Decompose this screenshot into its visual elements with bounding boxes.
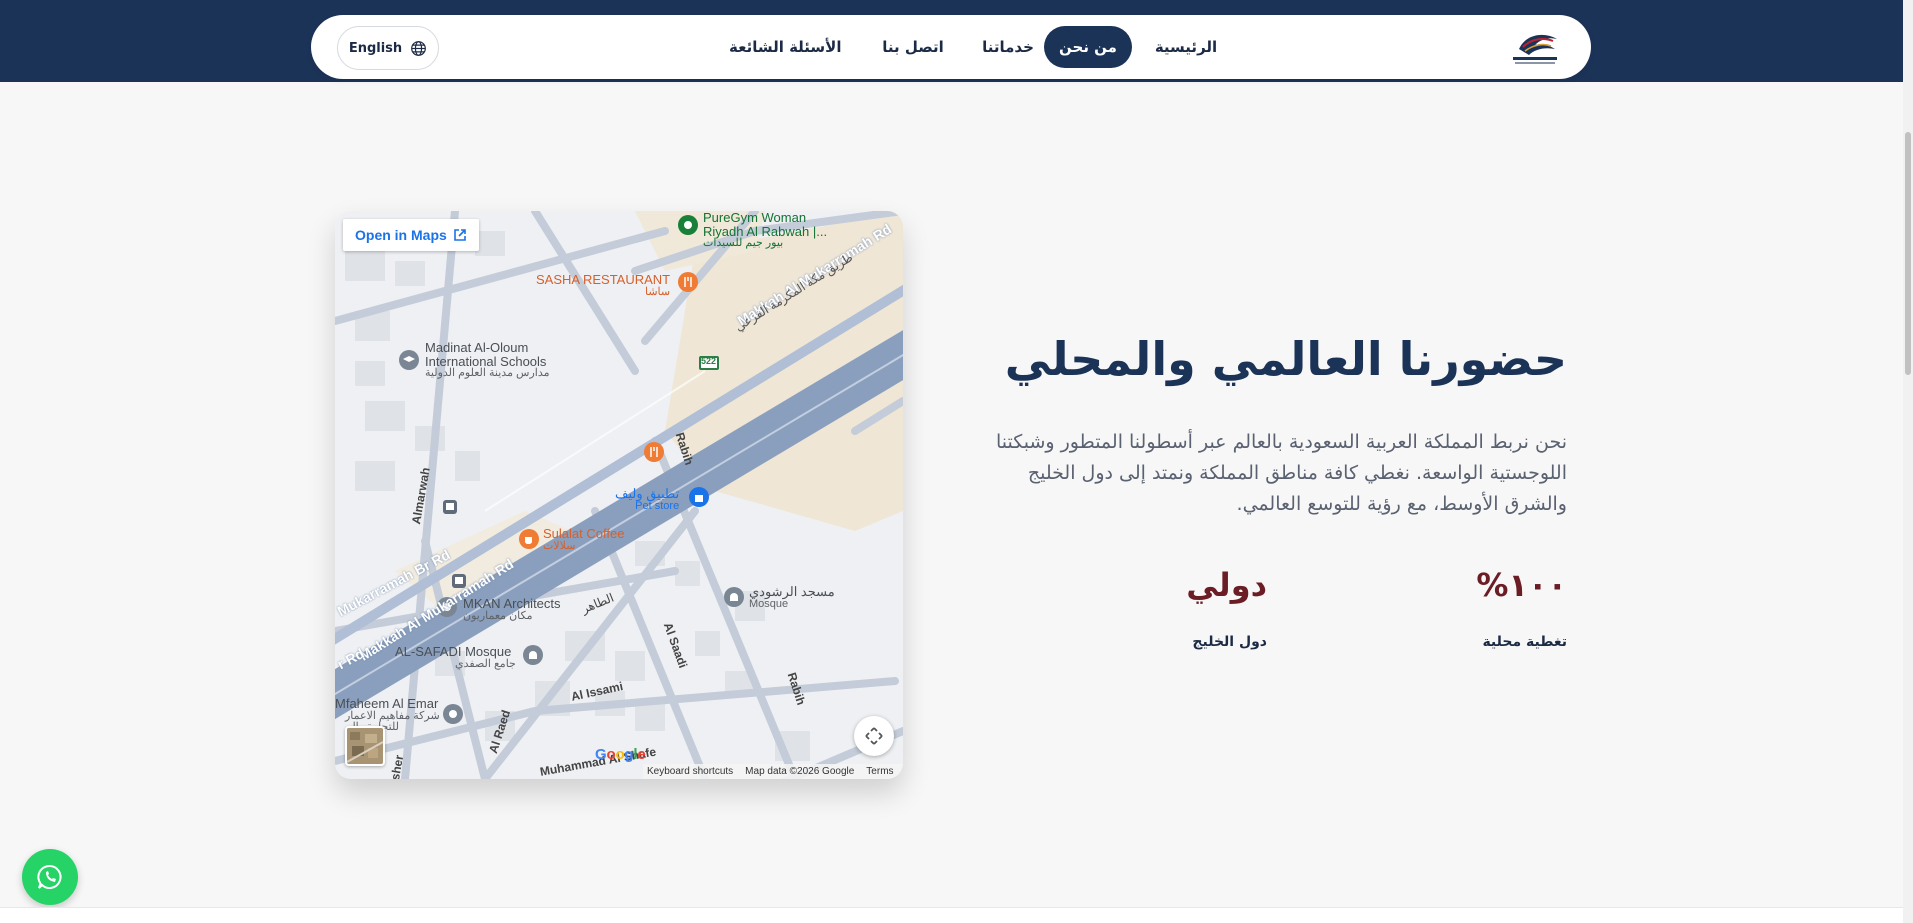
coffee-icon[interactable] xyxy=(518,528,540,555)
fullscreen-icon xyxy=(865,727,883,745)
map-attribution: Keyboard shortcuts Map data ©2026 Google… xyxy=(643,764,903,779)
open-in-maps-label: Open in Maps xyxy=(355,227,447,243)
poi-sulalat-name: Sulalat Coffee xyxy=(543,526,625,541)
nav-item-home[interactable]: الرئيسية xyxy=(1146,26,1226,68)
gym-icon[interactable] xyxy=(677,214,699,241)
whatsapp-button[interactable] xyxy=(22,849,78,905)
poi-rashoudi-mosque[interactable]: مسجد الرشودي Mosque xyxy=(749,585,835,610)
poi-mkan[interactable]: MKAN Architects مكان معماريون xyxy=(463,597,561,622)
logo-mark xyxy=(1513,34,1557,64)
poi-sasha[interactable]: SASHA RESTAURANT ساشا xyxy=(536,273,670,298)
poi-sulalat-ar: سلالات xyxy=(543,539,576,552)
route-badge-label: 522 xyxy=(701,356,717,366)
location-map[interactable]: Open in Maps PureGym Woman Riyadh Al Rab… xyxy=(335,211,903,779)
poi-puregym[interactable]: PureGym Woman Riyadh Al Rabwah |... بيور… xyxy=(703,211,827,250)
school-icon[interactable] xyxy=(398,349,420,376)
top-navbar: English الأسئلة الشائعة اتصل بنا خدماتنا… xyxy=(311,15,1591,79)
poi-sasha-name: SASHA RESTAURANT xyxy=(536,272,671,287)
mosque-icon[interactable] xyxy=(723,586,745,613)
poi-mosque-type: Mosque xyxy=(749,597,789,610)
poi-al-safadi-ar: جامع الصفدي xyxy=(455,657,516,670)
language-button-label: English xyxy=(348,40,403,56)
pet-store-icon[interactable] xyxy=(688,486,710,513)
bus-stop-icon[interactable] xyxy=(443,500,457,519)
open-in-maps-link[interactable]: Open in Maps xyxy=(343,219,479,251)
poi-madinat-line1: Madinat Al-Oloum xyxy=(425,340,529,355)
restaurant-icon[interactable] xyxy=(643,441,665,468)
satellite-toggle[interactable] xyxy=(345,726,385,766)
stat-international-value: دولي xyxy=(1186,566,1267,604)
nav-item-contact[interactable]: اتصل بنا xyxy=(873,26,953,68)
poi-madinat-line2: International Schools xyxy=(425,353,547,369)
terms-link[interactable]: Terms xyxy=(866,766,893,777)
nav-item-about[interactable]: من نحن xyxy=(1044,26,1132,68)
language-switch-button[interactable]: English xyxy=(337,26,439,70)
poi-pet-store-ar: تطبيق وليف xyxy=(615,486,680,501)
whatsapp-icon xyxy=(37,865,62,889)
stat-local-value: ١٠٠% xyxy=(1476,566,1567,604)
mosque-icon[interactable] xyxy=(522,644,544,671)
poi-puregym-line2: Riyadh Al Rabwah |... xyxy=(703,223,828,239)
external-link-icon xyxy=(453,229,466,241)
fullscreen-button[interactable] xyxy=(854,716,894,756)
stat-local-label: تغطية محلية xyxy=(1482,634,1567,650)
stat-international-label: دول الخليج xyxy=(1192,634,1267,650)
section-divider xyxy=(0,907,1903,923)
poi-puregym-ar: بيور جيم للسيدات xyxy=(703,237,784,250)
nav-item-services[interactable]: خدماتنا xyxy=(973,26,1043,68)
poi-sasha-ar: ساشا xyxy=(644,285,671,298)
poi-mkan-ar: مكان معماريون xyxy=(463,609,533,622)
map-data-credit: Map data ©2026 Google xyxy=(745,766,855,777)
restaurant-icon[interactable] xyxy=(677,271,699,298)
poi-sulalat[interactable]: Sulalat Coffee سلالات xyxy=(543,527,624,552)
poi-al-safadi-name: AL-SAFADI Mosque xyxy=(395,644,512,659)
section-heading: حضورنا العالمي والمحلي xyxy=(1004,332,1567,386)
poi-mosque-ar: مسجد الرشودي xyxy=(749,584,835,599)
company-logo[interactable] xyxy=(1505,27,1565,67)
nav-item-faq[interactable]: الأسئلة الشائعة xyxy=(729,26,842,68)
globe-icon xyxy=(411,40,427,56)
poi-puregym-line1: PureGym Woman xyxy=(703,211,807,225)
section-paragraph: نحن نربط المملكة العربية السعودية بالعال… xyxy=(996,431,1567,515)
poi-madinat-ar: مدارس مدينة العلوم الدولية xyxy=(425,367,550,380)
poi-al-safadi[interactable]: AL-SAFADI Mosque جامع الصفدي xyxy=(395,645,516,670)
keyboard-shortcuts-link[interactable]: Keyboard shortcuts xyxy=(647,766,733,777)
poi-mkan-name: MKAN Architects xyxy=(463,596,561,611)
scrollbar-thumb[interactable] xyxy=(1905,132,1911,375)
poi-pet-store[interactable]: تطبيق وليف Pet store xyxy=(615,487,679,512)
satellite-thumbnail xyxy=(347,728,383,764)
google-logo: Google xyxy=(595,746,646,763)
poi-pet-store-type: Pet store xyxy=(635,499,680,512)
poi-mfaheem-name: Mfaheem Al Emar xyxy=(335,696,439,711)
place-icon[interactable] xyxy=(442,703,464,730)
poi-madinat[interactable]: Madinat Al-Oloum International Schools م… xyxy=(425,341,550,380)
